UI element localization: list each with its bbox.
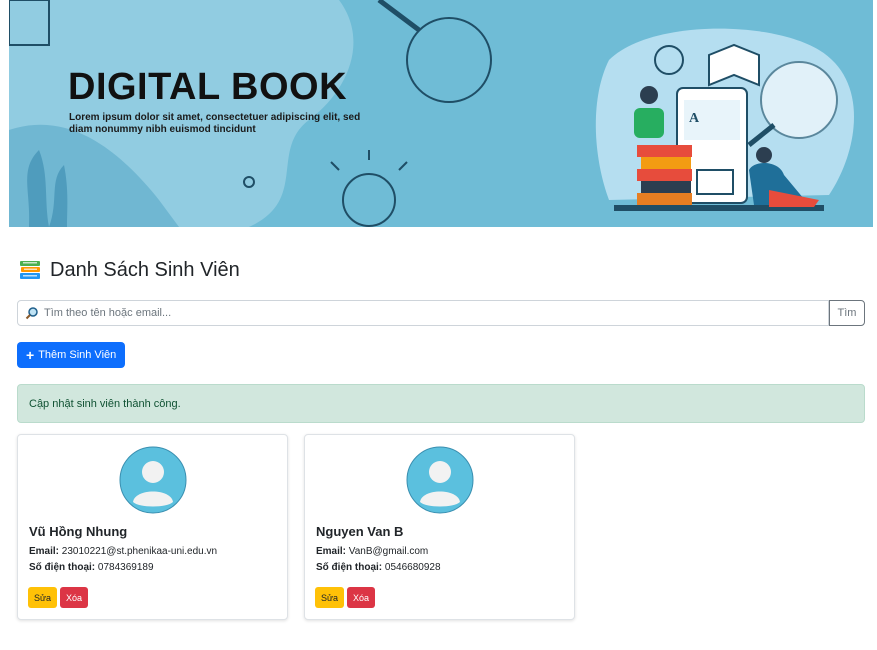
phone-label: Số điện thoại:: [316, 562, 383, 573]
phone-value: 0546680928: [384, 562, 441, 573]
student-email: Email: 23010221@st.phenikaa-uni.edu.vn: [29, 546, 217, 557]
add-student-button[interactable]: + Thêm Sinh Viên: [17, 342, 126, 368]
edit-button[interactable]: Sửa: [28, 587, 58, 608]
email-value: VanB@gmail.com: [348, 546, 429, 557]
email-value: 23010221@st.phenikaa-uni.edu.vn: [61, 546, 218, 557]
student-card: Nguyen Van B Email: VanB@gmail.com Số đi…: [304, 434, 575, 620]
student-name: Vũ Hồng Nhung: [29, 524, 128, 539]
student-phone: Số điện thoại: 0784369189: [29, 562, 154, 573]
plus-icon: +: [26, 347, 35, 363]
search-form: Tìm: [17, 300, 865, 326]
card-actions: Sửa Xóa: [315, 587, 376, 608]
svg-text:A: A: [689, 111, 700, 126]
books-icon: [20, 261, 40, 279]
phone-value: 0784369189: [97, 562, 154, 573]
card-actions: Sửa Xóa: [28, 587, 89, 608]
avatar-icon: [119, 446, 187, 514]
page-title: Danh Sách Sinh Viên: [50, 258, 240, 281]
search-icon: [25, 307, 38, 320]
student-email: Email: VanB@gmail.com: [316, 546, 428, 557]
phone-label: Số điện thoại:: [29, 562, 96, 573]
delete-button[interactable]: Xóa: [347, 587, 376, 608]
student-phone: Số điện thoại: 0546680928: [316, 562, 441, 573]
digital-book-banner: A DIGITAL BOOK Lorem ipsum dolor sit ame…: [9, 0, 873, 227]
search-input[interactable]: [17, 300, 829, 326]
student-name: Nguyen Van B: [316, 524, 404, 539]
search-button[interactable]: Tìm: [829, 300, 865, 326]
email-label: Email:: [316, 546, 347, 557]
avatar-icon: [406, 446, 474, 514]
banner-subtitle: Lorem ipsum dolor sit amet, consectetuer…: [69, 112, 361, 135]
page-heading: Danh Sách Sinh Viên: [18, 258, 240, 282]
student-card: Vũ Hồng Nhung Email: 23010221@st.phenika…: [17, 434, 288, 620]
banner-title: DIGITAL BOOK: [68, 66, 348, 108]
edit-button[interactable]: Sửa: [315, 587, 345, 608]
delete-button[interactable]: Xóa: [60, 587, 89, 608]
email-label: Email:: [29, 546, 60, 557]
success-alert: Cập nhật sinh viên thành công.: [17, 384, 865, 423]
add-student-label: Thêm Sinh Viên: [38, 349, 117, 361]
